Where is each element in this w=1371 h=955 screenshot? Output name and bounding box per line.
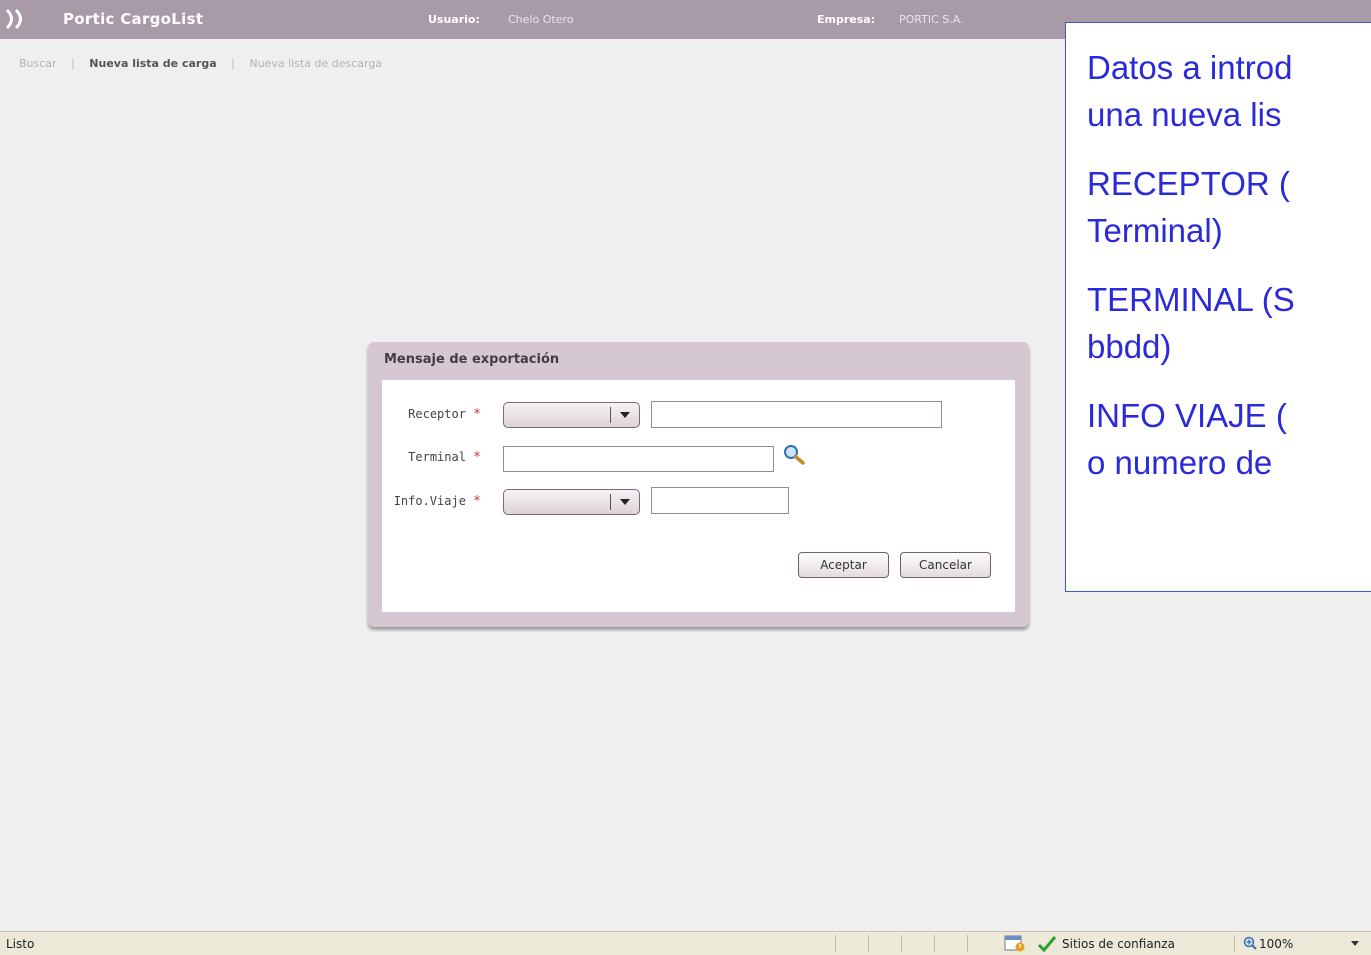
- annotation-callout: Datos a introd una nueva lis RECEPTOR ( …: [1065, 22, 1371, 592]
- callout-line: o numero de: [1087, 444, 1273, 481]
- portic-logo-icon: [5, 8, 22, 30]
- terminal-label: Terminal *: [408, 450, 481, 465]
- nav-search-link[interactable]: Buscar: [19, 57, 57, 70]
- callout-line: INFO VIAJE (: [1087, 397, 1287, 434]
- nav-separator: |: [71, 56, 75, 70]
- callout-line: Datos a introd: [1087, 49, 1293, 86]
- terminal-input[interactable]: [503, 446, 774, 472]
- checkmark-icon: [1037, 936, 1057, 953]
- user-value: Chelo Otero: [508, 13, 574, 26]
- app-title: Portic CargoList: [63, 10, 204, 28]
- nav-new-load-list-link[interactable]: Nueva lista de carga: [89, 57, 216, 70]
- magnifier-icon[interactable]: [782, 444, 806, 466]
- company-value: PORTIC S.A.: [899, 13, 964, 26]
- callout-line: una nueva lis: [1087, 96, 1282, 133]
- dialog-title: Mensaje de exportación: [384, 352, 560, 367]
- chevron-down-icon: [620, 499, 630, 505]
- user-label: Usuario:: [428, 13, 480, 26]
- info-viaje-text-input[interactable]: [651, 487, 789, 514]
- required-mark: *: [473, 450, 481, 465]
- company-label: Empresa:: [817, 13, 876, 26]
- security-zone-text[interactable]: Sitios de confianza: [1062, 937, 1175, 951]
- receptor-label: Receptor *: [408, 407, 481, 422]
- callout-line: Terminal): [1087, 212, 1223, 249]
- accept-button[interactable]: Aceptar: [798, 552, 889, 578]
- browser-status-bar: Listo Sitios de confianza 100%: [0, 931, 1371, 955]
- receptor-text-input[interactable]: [651, 401, 942, 428]
- dialog-panel: Receptor * Terminal * Info.Viaje * Acept…: [382, 380, 1015, 612]
- info-viaje-select[interactable]: [503, 489, 640, 515]
- required-mark: *: [473, 407, 481, 422]
- callout-line: TERMINAL (S: [1087, 281, 1295, 318]
- receptor-select[interactable]: [503, 402, 640, 428]
- info-viaje-label: Info.Viaje *: [393, 494, 481, 509]
- chevron-down-icon: [620, 412, 630, 418]
- zoom-level[interactable]: 100%: [1259, 937, 1293, 951]
- nav-links: Buscar | Nueva lista de carga | Nueva li…: [19, 56, 382, 70]
- dropdown-arrow-icon[interactable]: [1351, 941, 1359, 947]
- cancel-button[interactable]: Cancelar: [900, 552, 991, 578]
- nav-separator: |: [231, 56, 235, 70]
- zoom-icon: [1243, 936, 1257, 950]
- status-text: Listo: [6, 937, 35, 951]
- nav-new-unload-list-link[interactable]: Nueva lista de descarga: [249, 57, 382, 70]
- callout-line: bbdd): [1087, 328, 1172, 365]
- export-message-dialog: Mensaje de exportación Receptor * Termin…: [368, 342, 1029, 627]
- callout-line: RECEPTOR (: [1087, 165, 1290, 202]
- required-mark: *: [473, 494, 481, 509]
- security-warning-icon[interactable]: [1004, 935, 1026, 952]
